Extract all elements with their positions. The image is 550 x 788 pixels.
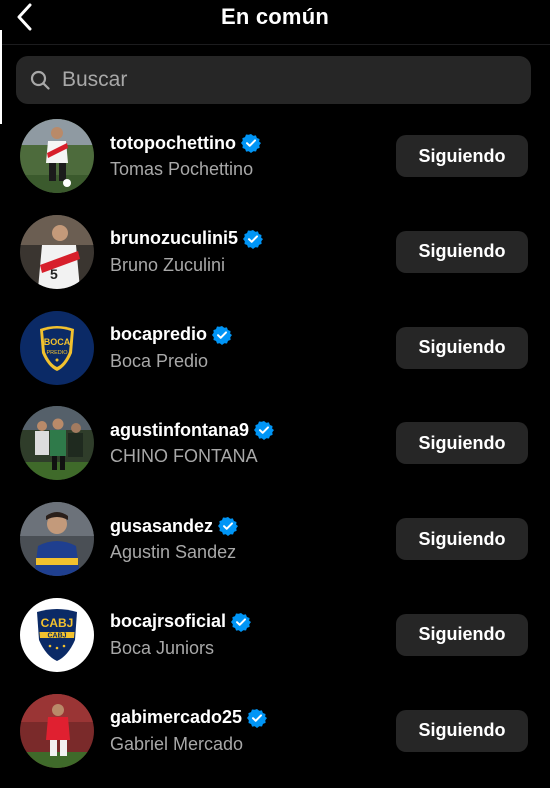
- following-button[interactable]: Siguiendo: [396, 613, 528, 656]
- following-button[interactable]: Siguiendo: [396, 709, 528, 752]
- edge-indicator: [0, 30, 2, 124]
- username[interactable]: agustinfontana9: [110, 420, 249, 441]
- full-name: Boca Juniors: [110, 637, 215, 658]
- list-item[interactable]: CABJ CABJ bocajrsoficial Boca Juniors Si…: [0, 596, 550, 692]
- list-item[interactable]: 5 brunozuculini5 Bruno Zuculini Siguiend…: [0, 213, 550, 309]
- full-name: Tomas Pochettino: [110, 159, 254, 179]
- page-title: En común: [221, 4, 329, 29]
- full-name: Agustin Sandez: [110, 542, 237, 563]
- username[interactable]: gusasandez: [110, 516, 213, 537]
- following-button[interactable]: Siguiendo: [396, 230, 528, 273]
- top-bar: En común: [0, 0, 550, 45]
- username[interactable]: brunozuculini5: [110, 228, 238, 249]
- following-button[interactable]: Siguiendo: [396, 518, 528, 561]
- username[interactable]: bocapredio: [110, 324, 207, 345]
- verified-badge-icon: [218, 516, 239, 537]
- verified-badge-icon: [240, 133, 261, 153]
- list-item[interactable]: gusasandez Agustin Sandez Siguiendo: [0, 500, 550, 596]
- svg-text:PREDIO: PREDIO: [46, 350, 68, 356]
- following-button[interactable]: Siguiendo: [396, 135, 528, 177]
- following-button[interactable]: Siguiendo: [396, 422, 528, 465]
- username[interactable]: totopochettino: [110, 133, 236, 154]
- svg-text:BOCA: BOCA: [44, 337, 71, 347]
- avatar[interactable]: [20, 693, 94, 768]
- full-name: Gabriel Mercado: [110, 733, 244, 754]
- avatar[interactable]: 5: [20, 214, 94, 289]
- avatar[interactable]: [20, 406, 94, 481]
- list-item[interactable]: BOCA PREDIO bocapredio Boca Predio Sigui…: [0, 309, 550, 405]
- full-name: Bruno Zuculini: [110, 254, 226, 275]
- list-item[interactable]: gabimercado25 Gabriel Mercado Siguiendo: [0, 692, 550, 788]
- verified-badge-icon: [231, 612, 252, 632]
- search-bar[interactable]: [16, 56, 531, 104]
- avatar[interactable]: BOCA PREDIO: [20, 310, 94, 385]
- list-item[interactable]: totopochettino Tomas Pochettino Siguiend…: [0, 117, 550, 213]
- verified-badge-icon: [243, 229, 263, 249]
- verified-badge-icon: [254, 420, 275, 441]
- avatar[interactable]: [20, 502, 94, 577]
- username[interactable]: gabimercado25: [110, 707, 242, 728]
- search-input[interactable]: [60, 67, 531, 93]
- list-item[interactable]: agustinfontana9 CHINO FONTANA Siguiendo: [0, 404, 550, 500]
- svg-text:5: 5: [50, 266, 58, 282]
- full-name: CHINO FONTANA: [110, 446, 258, 467]
- search-icon: [30, 70, 50, 90]
- verified-badge-icon: [212, 325, 233, 345]
- svg-text:CABJ: CABJ: [47, 632, 66, 639]
- avatar[interactable]: CABJ CABJ: [20, 597, 94, 672]
- following-button[interactable]: Siguiendo: [396, 326, 528, 369]
- svg-text:CABJ: CABJ: [41, 616, 74, 630]
- accounts-list: totopochettino Tomas Pochettino Siguiend…: [0, 117, 550, 788]
- username[interactable]: bocajrsoficial: [110, 611, 226, 632]
- avatar[interactable]: [20, 119, 94, 193]
- verified-badge-icon: [247, 708, 268, 728]
- full-name: Boca Predio: [110, 350, 209, 371]
